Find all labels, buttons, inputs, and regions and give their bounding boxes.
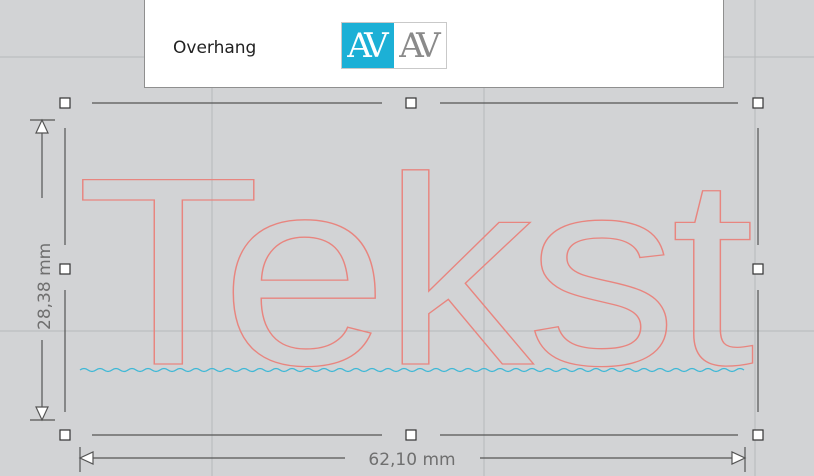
handle-top-left[interactable]: [59, 97, 71, 109]
height-dimension-label: 28,38 mm: [35, 243, 55, 330]
properties-panel: Overhang AV AV: [144, 0, 724, 88]
overhang-on-button[interactable]: AV: [342, 23, 394, 68]
overhang-label: Overhang: [173, 38, 257, 58]
overhang-off-button[interactable]: AV: [394, 23, 446, 68]
overhang-on-icon: AV: [347, 25, 388, 66]
handle-middle-left[interactable]: [59, 263, 71, 275]
overhang-toggle: AV AV: [341, 22, 447, 69]
handle-bottom-left[interactable]: [59, 429, 71, 441]
handle-middle-right[interactable]: [752, 263, 764, 275]
handle-bottom-center[interactable]: [405, 429, 417, 441]
overhang-off-icon: AV: [399, 25, 440, 66]
handle-top-center[interactable]: [405, 97, 417, 109]
width-dimension-label: 62,10 mm: [368, 450, 455, 470]
handle-bottom-right[interactable]: [752, 429, 764, 441]
text-object-outline[interactable]: Tekst: [75, 120, 762, 421]
handle-top-right[interactable]: [752, 97, 764, 109]
